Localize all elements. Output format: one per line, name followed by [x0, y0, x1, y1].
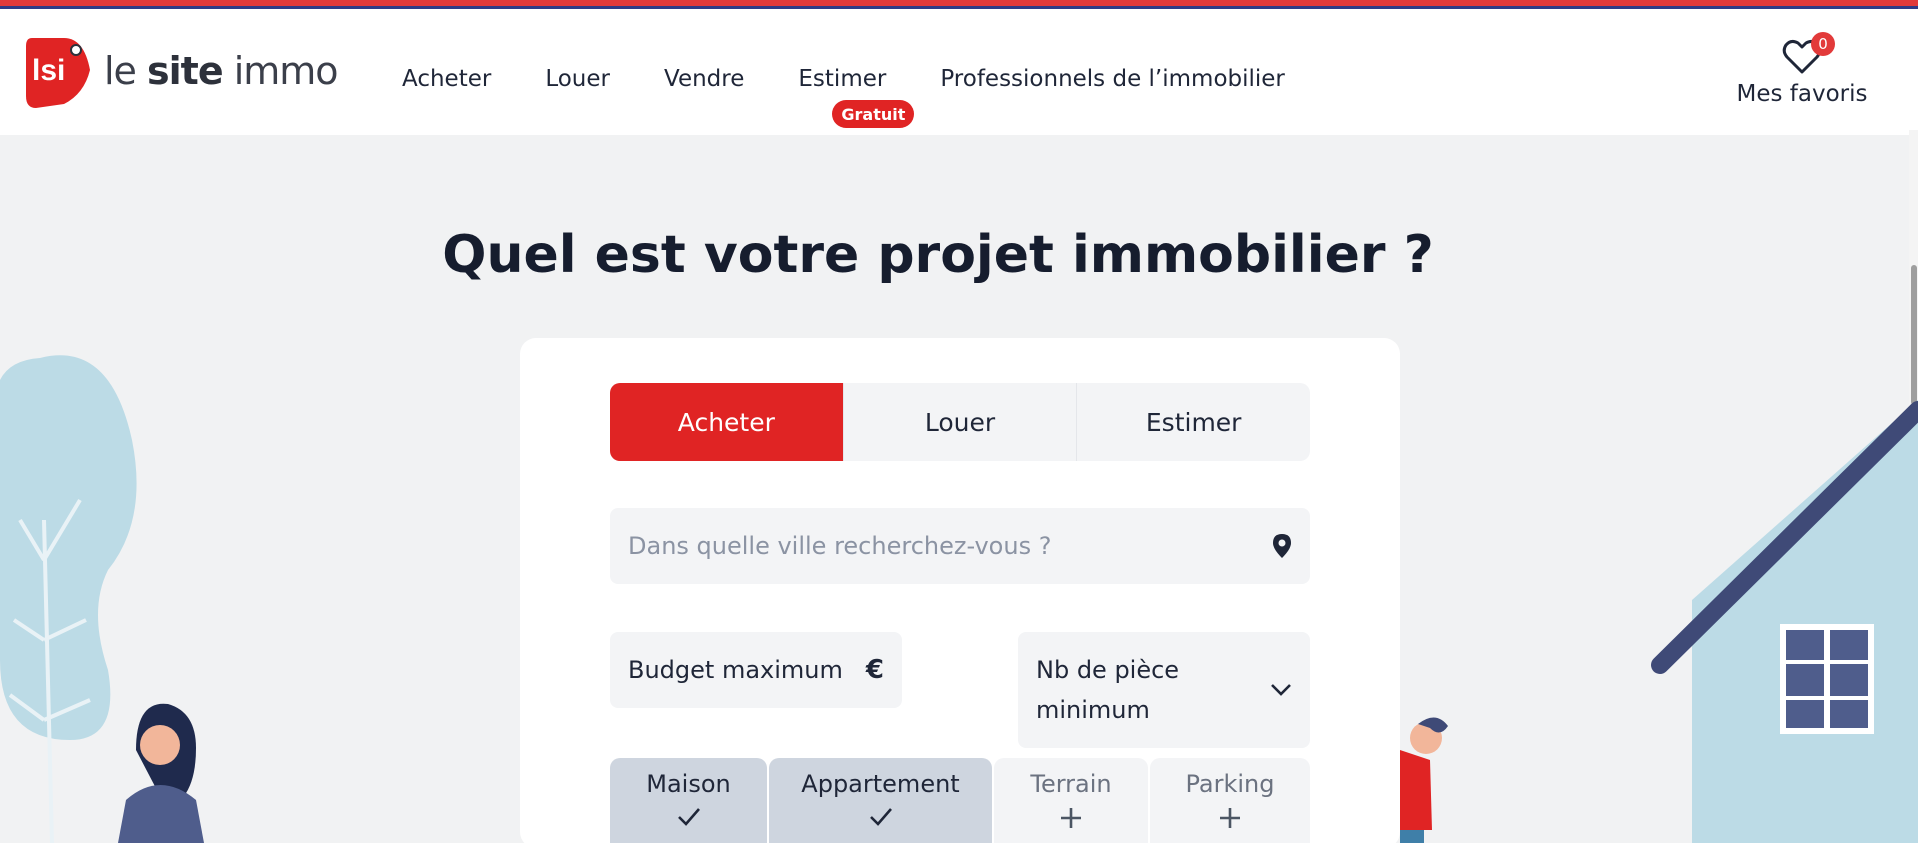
nav-vendre[interactable]: Vendre [664, 66, 744, 92]
top-accent-bar [0, 0, 1918, 9]
main-nav: Acheter Louer Vendre Estimer Gratuit Pro… [402, 59, 1285, 128]
location-pin-icon [1273, 534, 1291, 558]
house-illustration [1651, 400, 1918, 843]
property-types: Maison Appartement Terrain Parking [610, 758, 1310, 843]
min-rooms-label: Nb de pièce minimum [1036, 656, 1180, 724]
check-icon [869, 808, 892, 826]
nav-estimer-label: Estimer [798, 66, 887, 92]
plus-icon [1220, 808, 1240, 828]
hero-title: Quel est votre projet immobilier ? [442, 225, 1434, 285]
logo-badge-text: lsi [32, 54, 65, 87]
tab-louer[interactable]: Louer [842, 383, 1077, 461]
tab-acheter[interactable]: Acheter [610, 383, 843, 461]
type-maison-label: Maison [646, 770, 731, 798]
type-terrain[interactable]: Terrain [994, 758, 1148, 843]
lsi-logo-icon: lsi [26, 38, 90, 108]
type-appartement-label: Appartement [801, 770, 960, 798]
logo-wordmark: le site immo [104, 49, 339, 93]
gratuit-badge: Gratuit [832, 100, 915, 128]
city-search-input[interactable]: Dans quelle ville recherchez-vous ? [610, 508, 1310, 584]
type-parking-label: Parking [1185, 770, 1275, 798]
site-header: lsi le site immo Acheter Louer Vendre Es… [0, 9, 1918, 135]
favorites-link[interactable]: 0 Mes favoris [1732, 32, 1872, 107]
nav-estimer[interactable]: Estimer Gratuit [798, 66, 915, 128]
nav-acheter[interactable]: Acheter [402, 66, 491, 92]
euro-icon: € [865, 655, 884, 685]
tab-estimer[interactable]: Estimer [1076, 383, 1310, 461]
child-illustration [1400, 717, 1448, 843]
city-search-placeholder: Dans quelle ville recherchez-vous ? [628, 532, 1052, 560]
type-terrain-label: Terrain [1030, 770, 1112, 798]
tree-illustration [0, 355, 137, 843]
type-maison[interactable]: Maison [610, 758, 767, 843]
min-rooms-select[interactable]: Nb de pièce minimum [1018, 632, 1310, 748]
budget-max-label: Budget maximum [628, 656, 843, 684]
favorites-label: Mes favoris [1736, 81, 1868, 107]
nav-professionnels[interactable]: Professionnels de l’immobilier [940, 66, 1285, 92]
site-logo[interactable]: lsi le site immo [24, 31, 339, 111]
type-parking[interactable]: Parking [1150, 758, 1310, 843]
search-card: Acheter Louer Estimer Dans quelle ville … [520, 338, 1400, 843]
nav-louer[interactable]: Louer [545, 66, 610, 92]
project-tabs: Acheter Louer Estimer [610, 383, 1310, 461]
woman-illustration [118, 703, 204, 843]
type-appartement[interactable]: Appartement [769, 758, 992, 843]
budget-max-input[interactable]: Budget maximum € [610, 632, 902, 708]
plus-icon [1061, 808, 1081, 828]
chevron-down-icon [1271, 684, 1291, 696]
favorites-count-badge: 0 [1811, 32, 1835, 56]
check-icon [677, 808, 700, 826]
